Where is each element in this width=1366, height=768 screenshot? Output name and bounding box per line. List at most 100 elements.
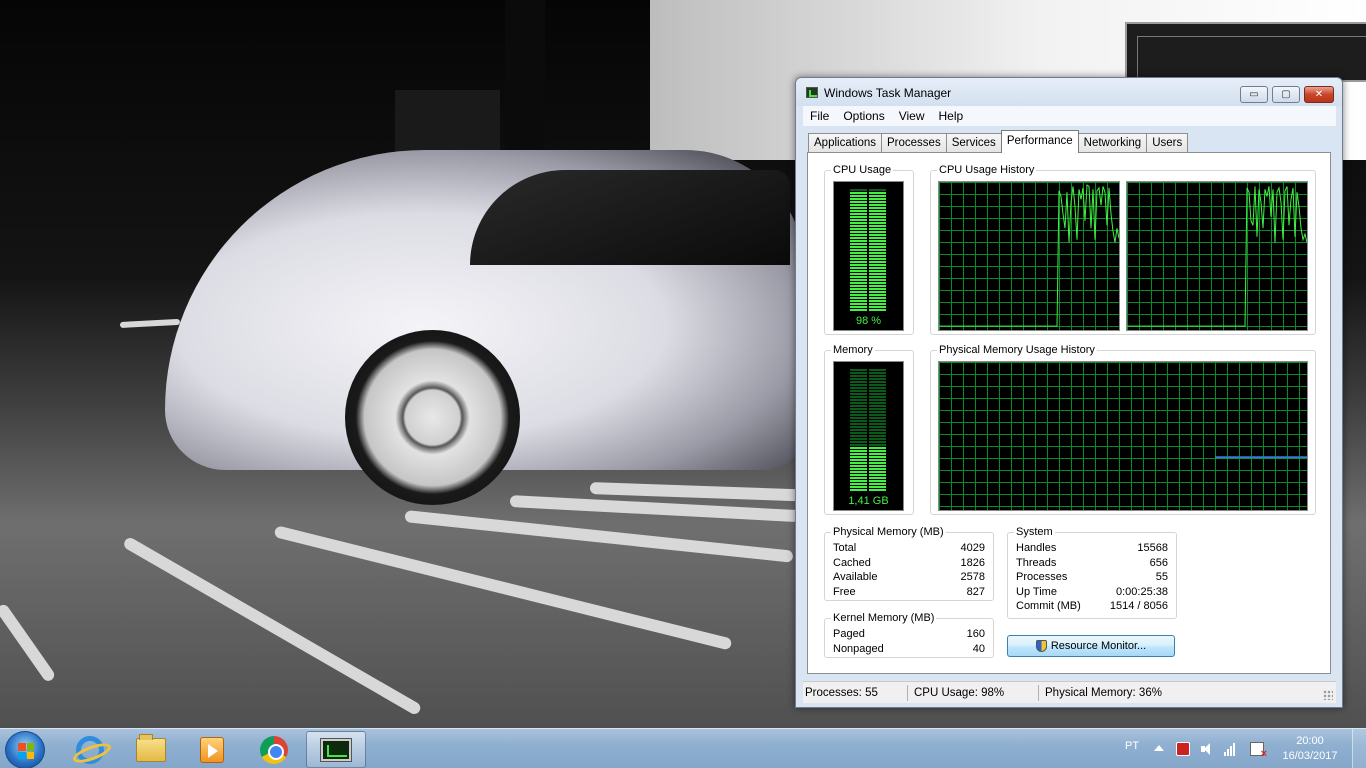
- memory-meter-segment: [869, 408, 886, 410]
- close-button[interactable]: ✕: [1304, 86, 1334, 103]
- cpu-meter-segment: [850, 300, 867, 302]
- memory-meter-segment: [850, 369, 867, 371]
- stat-row-nonpaged: Nonpaged 40: [833, 643, 985, 657]
- tab-users[interactable]: Users: [1146, 133, 1189, 153]
- memory-meter-segment: [869, 372, 886, 374]
- cpu-meter-segment: [869, 306, 886, 308]
- cpu-core1-line: [939, 184, 1119, 327]
- memory-meter-segment: [869, 426, 886, 428]
- memory-meter-segment: [850, 471, 867, 473]
- stat-name: Up Time: [1016, 586, 1057, 598]
- memory-meter-segment: [869, 462, 886, 464]
- memory-meter-segment: [850, 447, 867, 449]
- memory-value: 1,41 GB: [848, 495, 889, 507]
- memory-meter-segment: [869, 483, 886, 485]
- memory-meter-segment: [869, 399, 886, 401]
- taskbar-internet-explorer[interactable]: [60, 731, 120, 768]
- language-indicator[interactable]: PT: [1125, 740, 1139, 752]
- cpu-meter-segment: [869, 267, 886, 269]
- battery-icon[interactable]: [1176, 742, 1190, 756]
- tab-performance[interactable]: Performance: [1000, 130, 1079, 153]
- memory-history-graph: [938, 361, 1308, 511]
- cpu-usage-group: CPU Usage 98 %: [824, 164, 914, 335]
- tab-networking[interactable]: Networking: [1077, 133, 1148, 153]
- cpu-meter-segment: [869, 276, 886, 278]
- cpu-core2-series: [1127, 186, 1307, 327]
- stat-row-commit: Commit (MB) 1514 / 8056: [1016, 600, 1168, 614]
- memory-meter-segment: [850, 426, 867, 428]
- minimize-button[interactable]: ▭: [1240, 86, 1268, 103]
- cpu-meter-segment: [869, 261, 886, 263]
- memory-meter: 1,41 GB: [833, 361, 904, 511]
- title-bar[interactable]: Windows Task Manager ▭ ▢ ✕: [796, 78, 1342, 106]
- memory-meter-segment: [850, 435, 867, 437]
- stat-name: Processes: [1016, 571, 1068, 583]
- cpu-core2-line: [1127, 186, 1307, 327]
- menu-file[interactable]: File: [803, 109, 836, 123]
- memory-meter-segment: [869, 465, 886, 467]
- cpu-meter-segment: [869, 300, 886, 302]
- stat-row-paged: Paged 160: [833, 628, 985, 642]
- task-manager-window[interactable]: Windows Task Manager ▭ ▢ ✕ File Options …: [795, 77, 1343, 708]
- cpu-meter-segment: [869, 237, 886, 239]
- taskbar-windows-explorer[interactable]: [121, 731, 181, 768]
- start-button[interactable]: [5, 731, 45, 768]
- taskbar-chrome[interactable]: [244, 731, 304, 768]
- memory-meter-segment: [850, 399, 867, 401]
- tab-processes[interactable]: Processes: [881, 133, 947, 153]
- cpu-meter-segment: [850, 309, 867, 311]
- menu-help[interactable]: Help: [932, 109, 971, 123]
- cpu-meter-segment: [850, 222, 867, 224]
- tab-services[interactable]: Services: [945, 133, 1002, 153]
- cpu-meter-segment: [869, 288, 886, 290]
- cpu-meter-segment: [869, 279, 886, 281]
- memory-meter-segment: [850, 411, 867, 413]
- clock-date: 16/03/2017: [1282, 750, 1338, 762]
- cpu-meter-segment: [869, 234, 886, 236]
- network-signal-icon[interactable]: [1224, 742, 1238, 756]
- taskbar-task-manager[interactable]: [306, 731, 366, 768]
- memory-meter-segment: [850, 468, 867, 470]
- cpu-history-group: CPU Usage History: [930, 164, 1316, 335]
- taskbar-media-player[interactable]: [182, 731, 242, 768]
- menu-view[interactable]: View: [892, 109, 932, 123]
- chrome-icon: [260, 735, 288, 764]
- performance-panel: CPU Usage 98 % CPU Usage History Memory …: [807, 152, 1331, 674]
- background-window[interactable]: [1125, 22, 1366, 82]
- cpu-meter-segment: [850, 273, 867, 275]
- cpu-meter-segment: [869, 204, 886, 206]
- volume-icon[interactable]: [1201, 742, 1215, 756]
- tab-applications[interactable]: Applications: [808, 133, 883, 153]
- memory-meter-segment: [850, 477, 867, 479]
- clock[interactable]: 20:00 16/03/2017: [1276, 734, 1344, 764]
- memory-meter-segment: [869, 384, 886, 386]
- physical-memory-label: Physical Memory (MB): [831, 526, 946, 538]
- memory-meter-segment: [850, 441, 867, 443]
- memory-meter-segment: [869, 468, 886, 470]
- stat-name: Total: [833, 542, 857, 554]
- memory-meter-segment: [869, 381, 886, 383]
- memory-meter-segment: [869, 417, 886, 419]
- resource-monitor-button[interactable]: Resource Monitor...: [1007, 635, 1175, 657]
- memory-meter-segment: [850, 405, 867, 407]
- wallpaper-wheel: [345, 330, 520, 505]
- maximize-button[interactable]: ▢: [1272, 86, 1300, 103]
- cpu-meter-segment: [850, 303, 867, 305]
- background-window-frame: [1137, 36, 1366, 80]
- resize-grip[interactable]: [1323, 690, 1333, 700]
- show-hidden-icons-icon[interactable]: [1154, 745, 1164, 751]
- memory-meter-segment: [869, 411, 886, 413]
- memory-meter-segment: [869, 441, 886, 443]
- menu-options[interactable]: Options: [836, 109, 891, 123]
- memory-meter-segment: [850, 483, 867, 485]
- memory-meter-segment: [850, 393, 867, 395]
- show-desktop-button[interactable]: [1352, 729, 1366, 768]
- memory-meter-segment: [869, 390, 886, 392]
- action-center-flag-icon[interactable]: [1250, 742, 1267, 760]
- tab-strip: Applications Processes Services Performa…: [808, 130, 1189, 153]
- cpu-meter-segment: [869, 258, 886, 260]
- cpu-meter-segment: [850, 279, 867, 281]
- stat-name: Free: [833, 586, 856, 598]
- status-cpu: CPU Usage: 98%: [914, 686, 1005, 699]
- stat-name: Nonpaged: [833, 643, 884, 655]
